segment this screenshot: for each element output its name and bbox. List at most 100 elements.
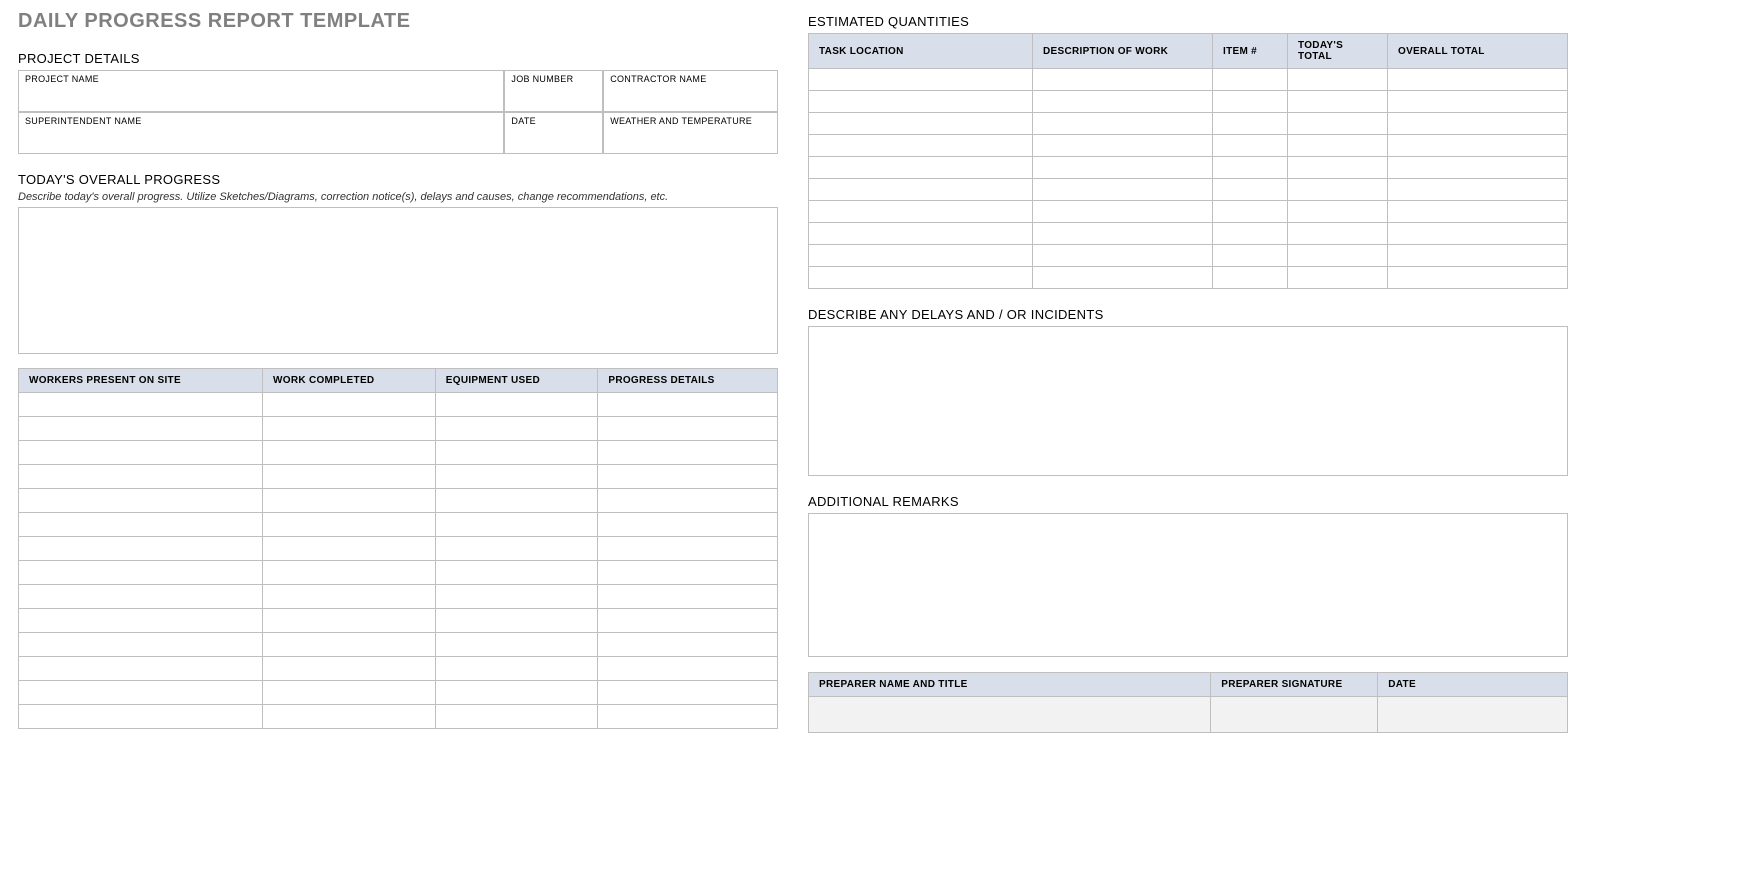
table-cell[interactable] bbox=[263, 393, 436, 417]
table-cell[interactable] bbox=[263, 681, 436, 705]
table-cell[interactable] bbox=[1388, 69, 1568, 91]
table-cell[interactable] bbox=[1213, 113, 1288, 135]
table-cell[interactable] bbox=[809, 113, 1033, 135]
table-cell[interactable] bbox=[263, 633, 436, 657]
table-cell[interactable] bbox=[1213, 267, 1288, 289]
table-cell[interactable] bbox=[809, 69, 1033, 91]
table-cell[interactable] bbox=[598, 513, 778, 537]
table-cell[interactable] bbox=[263, 609, 436, 633]
input-weather[interactable] bbox=[603, 128, 778, 154]
table-cell[interactable] bbox=[263, 417, 436, 441]
table-cell[interactable] bbox=[809, 135, 1033, 157]
table-cell[interactable] bbox=[263, 489, 436, 513]
table-cell[interactable] bbox=[1211, 697, 1378, 733]
table-cell[interactable] bbox=[1388, 223, 1568, 245]
table-cell[interactable] bbox=[1213, 135, 1288, 157]
table-cell[interactable] bbox=[435, 441, 598, 465]
table-cell[interactable] bbox=[19, 513, 263, 537]
table-cell[interactable] bbox=[1288, 91, 1388, 113]
table-cell[interactable] bbox=[1288, 223, 1388, 245]
table-cell[interactable] bbox=[598, 561, 778, 585]
table-cell[interactable] bbox=[1033, 223, 1213, 245]
table-cell[interactable] bbox=[1033, 157, 1213, 179]
input-date[interactable] bbox=[504, 128, 603, 154]
table-cell[interactable] bbox=[1213, 223, 1288, 245]
table-cell[interactable] bbox=[598, 633, 778, 657]
table-cell[interactable] bbox=[598, 705, 778, 729]
table-cell[interactable] bbox=[435, 633, 598, 657]
table-cell[interactable] bbox=[435, 513, 598, 537]
table-cell[interactable] bbox=[1388, 113, 1568, 135]
table-cell[interactable] bbox=[1213, 179, 1288, 201]
table-cell[interactable] bbox=[1033, 267, 1213, 289]
table-cell[interactable] bbox=[809, 697, 1211, 733]
table-cell[interactable] bbox=[1288, 267, 1388, 289]
table-cell[interactable] bbox=[263, 657, 436, 681]
table-cell[interactable] bbox=[1288, 179, 1388, 201]
table-cell[interactable] bbox=[598, 417, 778, 441]
table-cell[interactable] bbox=[1388, 267, 1568, 289]
table-cell[interactable] bbox=[598, 489, 778, 513]
table-cell[interactable] bbox=[435, 393, 598, 417]
table-cell[interactable] bbox=[1388, 245, 1568, 267]
table-cell[interactable] bbox=[1378, 697, 1568, 733]
table-cell[interactable] bbox=[263, 465, 436, 489]
table-cell[interactable] bbox=[263, 585, 436, 609]
table-cell[interactable] bbox=[1213, 245, 1288, 267]
table-cell[interactable] bbox=[435, 537, 598, 561]
table-cell[interactable] bbox=[809, 201, 1033, 223]
table-cell[interactable] bbox=[598, 609, 778, 633]
table-cell[interactable] bbox=[1388, 157, 1568, 179]
table-cell[interactable] bbox=[598, 657, 778, 681]
table-cell[interactable] bbox=[809, 179, 1033, 201]
delays-textarea[interactable] bbox=[808, 326, 1568, 476]
table-cell[interactable] bbox=[263, 705, 436, 729]
table-cell[interactable] bbox=[19, 561, 263, 585]
table-cell[interactable] bbox=[263, 561, 436, 585]
table-cell[interactable] bbox=[809, 223, 1033, 245]
table-cell[interactable] bbox=[435, 465, 598, 489]
table-cell[interactable] bbox=[598, 393, 778, 417]
table-cell[interactable] bbox=[598, 537, 778, 561]
table-cell[interactable] bbox=[1033, 135, 1213, 157]
table-cell[interactable] bbox=[1033, 179, 1213, 201]
table-cell[interactable] bbox=[809, 245, 1033, 267]
input-superintendent[interactable] bbox=[18, 128, 504, 154]
table-cell[interactable] bbox=[1288, 201, 1388, 223]
overall-progress-textarea[interactable] bbox=[18, 207, 778, 354]
table-cell[interactable] bbox=[1388, 135, 1568, 157]
table-cell[interactable] bbox=[435, 489, 598, 513]
table-cell[interactable] bbox=[435, 681, 598, 705]
table-cell[interactable] bbox=[1033, 113, 1213, 135]
table-cell[interactable] bbox=[19, 585, 263, 609]
table-cell[interactable] bbox=[435, 657, 598, 681]
table-cell[interactable] bbox=[1288, 69, 1388, 91]
table-cell[interactable] bbox=[19, 393, 263, 417]
table-cell[interactable] bbox=[19, 537, 263, 561]
input-job-number[interactable] bbox=[504, 86, 603, 112]
table-cell[interactable] bbox=[19, 465, 263, 489]
table-cell[interactable] bbox=[19, 681, 263, 705]
table-cell[interactable] bbox=[809, 91, 1033, 113]
table-cell[interactable] bbox=[435, 417, 598, 441]
remarks-textarea[interactable] bbox=[808, 513, 1568, 657]
table-cell[interactable] bbox=[19, 609, 263, 633]
table-cell[interactable] bbox=[435, 585, 598, 609]
table-cell[interactable] bbox=[809, 267, 1033, 289]
table-cell[interactable] bbox=[598, 441, 778, 465]
table-cell[interactable] bbox=[1288, 135, 1388, 157]
table-cell[interactable] bbox=[19, 417, 263, 441]
input-project-name[interactable] bbox=[18, 86, 504, 112]
table-cell[interactable] bbox=[19, 633, 263, 657]
table-cell[interactable] bbox=[598, 585, 778, 609]
table-cell[interactable] bbox=[19, 705, 263, 729]
table-cell[interactable] bbox=[1213, 91, 1288, 113]
table-cell[interactable] bbox=[1213, 201, 1288, 223]
table-cell[interactable] bbox=[1033, 91, 1213, 113]
table-cell[interactable] bbox=[263, 513, 436, 537]
table-cell[interactable] bbox=[435, 705, 598, 729]
table-cell[interactable] bbox=[1288, 245, 1388, 267]
table-cell[interactable] bbox=[1213, 69, 1288, 91]
table-cell[interactable] bbox=[1388, 91, 1568, 113]
table-cell[interactable] bbox=[435, 561, 598, 585]
